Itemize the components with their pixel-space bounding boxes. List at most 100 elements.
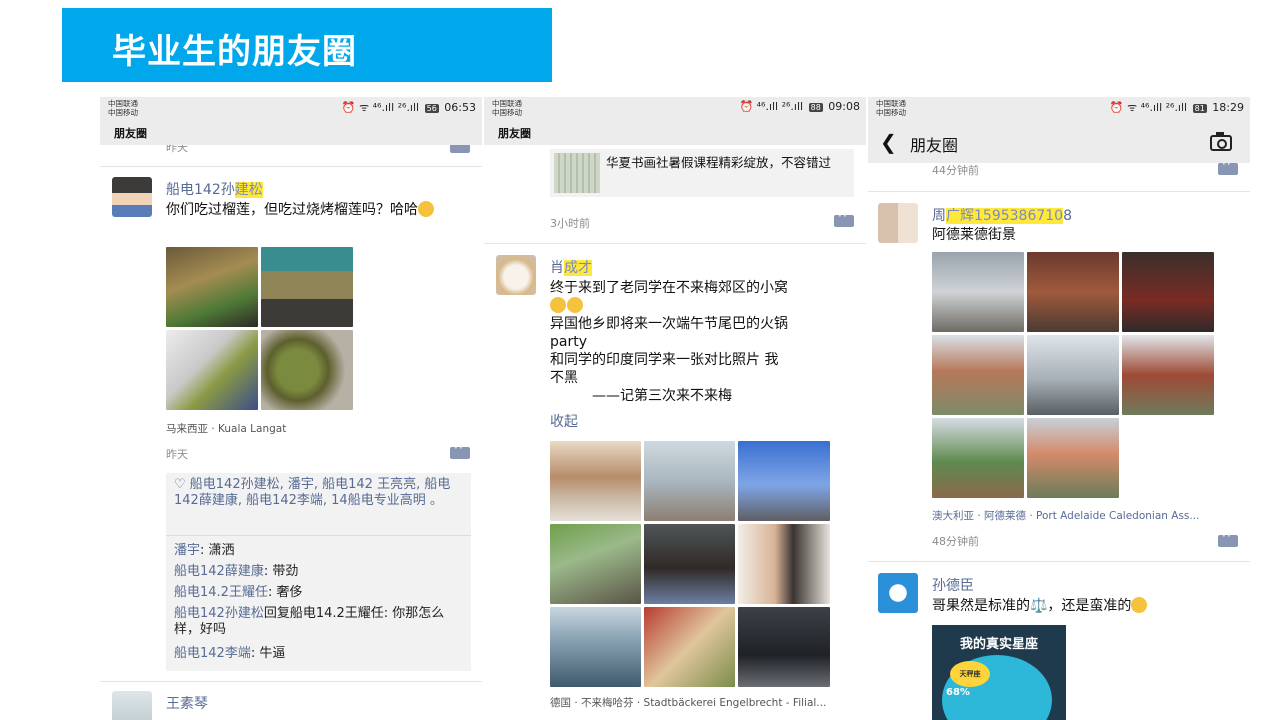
divider bbox=[100, 166, 482, 167]
divider bbox=[166, 535, 471, 536]
moments-feed[interactable]: 华夏书画社暑假课程精彩绽放，不容错过 3小时前 肖成才 终于来到了老同学在不来梅… bbox=[484, 145, 866, 720]
phone-screenshot-3: 中国联通 中国移动 ⏰ ᯤ ⁴⁶.ıll ²⁶.ıll 81 18:29 ❮ 朋… bbox=[868, 97, 1250, 720]
avatar[interactable] bbox=[878, 573, 918, 613]
link-thumbnail bbox=[554, 153, 600, 193]
link-title: 华夏书画社暑假课程精彩绽放，不容错过 bbox=[606, 155, 832, 170]
post-time: 44分钟前 bbox=[932, 164, 979, 177]
comment-item[interactable]: 船电142李端: 牛逼 bbox=[174, 646, 465, 662]
status-time: 18:29 bbox=[1212, 101, 1244, 114]
post-time: 昨天 bbox=[166, 145, 188, 154]
photo-thumbnail[interactable] bbox=[644, 441, 735, 521]
photo-thumbnail[interactable] bbox=[1027, 418, 1119, 498]
comment-item[interactable]: 潘宇: 潇洒 bbox=[174, 543, 465, 559]
post-text: 你们吃过榴莲，但吃过烧烤榴莲吗？哈哈 bbox=[166, 201, 462, 219]
carrier-label: 中国移动 bbox=[876, 108, 906, 117]
photo-thumbnail[interactable] bbox=[932, 252, 1024, 332]
divider bbox=[868, 561, 1250, 562]
photo-thumbnail[interactable] bbox=[738, 524, 830, 604]
carrier-label: 中国联通 bbox=[876, 99, 906, 108]
photo-thumbnail[interactable] bbox=[738, 441, 830, 521]
carrier-label: 中国移动 bbox=[492, 108, 522, 117]
photo-thumbnail[interactable] bbox=[550, 441, 641, 521]
post-text: 哥果然是标准的⚖️，还是蛮准的 bbox=[932, 597, 1232, 615]
laugh-emoji-icon bbox=[1131, 597, 1148, 613]
horoscope-badge: 天秤座 bbox=[950, 661, 990, 687]
nav-title: 朋友圈 bbox=[910, 136, 959, 155]
post-location[interactable]: 德国 · 不来梅哈芬 · Stadtbäckerei Engelbrecht -… bbox=[550, 695, 826, 710]
nav-bar: 朋友圈 bbox=[484, 119, 866, 145]
photo-thumbnail[interactable] bbox=[932, 418, 1024, 498]
avatar[interactable] bbox=[496, 255, 536, 295]
slide-title: 毕业生的朋友圈 bbox=[112, 32, 357, 72]
collapse-link[interactable]: 收起 bbox=[550, 411, 578, 431]
avatar[interactable] bbox=[112, 177, 152, 217]
laugh-emoji-icon bbox=[567, 297, 583, 313]
divider bbox=[868, 191, 1250, 192]
comment-item[interactable]: 船电14.2王耀任: 奢侈 bbox=[174, 585, 465, 601]
post-author[interactable]: 孙德臣 bbox=[932, 575, 974, 595]
post-author[interactable]: 周广辉15953867108 bbox=[932, 205, 1072, 225]
status-bar: 中国联通 中国移动 ⏰ ⁴⁶.ıll ²⁶.ıll 88 09:08 bbox=[484, 97, 866, 119]
comment-icon[interactable] bbox=[450, 145, 470, 153]
horoscope-image[interactable]: 我的真实星座 天秤座 68% bbox=[932, 625, 1066, 720]
post-author[interactable]: 肖成才 bbox=[550, 257, 592, 277]
likes-comments-box: ♡ 船电142孙建松, 潘宇, 船电142 王亮亮, 船电142薛建康, 船电1… bbox=[166, 473, 471, 671]
photo-thumbnail[interactable] bbox=[644, 524, 735, 604]
avatar[interactable] bbox=[878, 203, 918, 243]
comment-icon[interactable] bbox=[1218, 529, 1238, 547]
post-location[interactable]: 澳大利亚 · 阿德莱德 · Port Adelaide Caledonian A… bbox=[932, 508, 1199, 523]
photo-thumbnail[interactable] bbox=[550, 524, 641, 604]
camera-icon[interactable] bbox=[1210, 132, 1232, 151]
photo-thumbnail[interactable] bbox=[261, 247, 353, 327]
status-icons: ⏰ ᯤ ⁴⁶.ıll ²⁶.ıll 56 06:53 bbox=[342, 100, 476, 115]
laugh-emoji-icon bbox=[550, 297, 566, 313]
horoscope-title: 我的真实星座 bbox=[959, 637, 1038, 652]
likes-list[interactable]: ♡ 船电142孙建松, 潘宇, 船电142 王亮亮, 船电142薛建康, 船电1… bbox=[174, 477, 463, 509]
photo-thumbnail[interactable] bbox=[738, 607, 830, 687]
signal-icon: ⏰ ᯤ ⁴⁶.ıll ²⁶.ıll bbox=[1109, 101, 1188, 114]
post-author[interactable]: 船电142孙建松 bbox=[166, 179, 263, 199]
post-text: 阿德莱德街景 bbox=[932, 227, 1016, 243]
carrier-label: 中国联通 bbox=[108, 99, 138, 108]
shared-link-card[interactable]: 华夏书画社暑假课程精彩绽放，不容错过 bbox=[550, 149, 854, 197]
photo-thumbnail[interactable] bbox=[932, 335, 1024, 415]
photo-thumbnail[interactable] bbox=[1027, 252, 1119, 332]
horoscope-percent: 68% bbox=[946, 687, 970, 698]
back-chevron-icon[interactable]: ❮ bbox=[880, 130, 897, 154]
nav-bar: ❮ 朋友圈 bbox=[868, 119, 1250, 163]
status-bar: 中国联通 中国移动 ⏰ ᯤ ⁴⁶.ıll ²⁶.ıll 56 06:53 bbox=[100, 97, 482, 119]
status-time: 06:53 bbox=[444, 101, 476, 114]
photo-thumbnail[interactable] bbox=[1122, 252, 1214, 332]
photo-thumbnail[interactable] bbox=[166, 330, 258, 410]
post-time: 48分钟前 bbox=[932, 535, 979, 548]
nav-title: 朋友圈 bbox=[498, 127, 531, 140]
post-time: 昨天 bbox=[166, 448, 188, 461]
photo-thumbnail[interactable] bbox=[166, 247, 258, 327]
status-icons: ⏰ ᯤ ⁴⁶.ıll ²⁶.ıll 81 18:29 bbox=[1110, 100, 1244, 115]
battery-icon: 81 bbox=[1192, 104, 1207, 113]
comment-icon[interactable] bbox=[834, 209, 854, 227]
comment-item[interactable]: 船电142薛建康: 带劲 bbox=[174, 564, 465, 580]
post-author[interactable]: 王素琴 bbox=[166, 693, 208, 713]
photo-thumbnail[interactable] bbox=[1027, 335, 1119, 415]
battery-icon: 88 bbox=[808, 103, 823, 112]
comment-icon[interactable] bbox=[450, 441, 470, 459]
comment-item[interactable]: 船电142孙建松回复船电14.2王耀任: 你那怎么样，好吗 bbox=[174, 606, 465, 638]
photo-thumbnail[interactable] bbox=[1122, 335, 1214, 415]
avatar[interactable] bbox=[112, 691, 152, 720]
photo-thumbnail[interactable] bbox=[644, 607, 735, 687]
battery-icon: 56 bbox=[424, 104, 439, 113]
carrier-label: 中国移动 bbox=[108, 108, 138, 117]
phone-screenshot-2: 中国联通 中国移动 ⏰ ⁴⁶.ıll ²⁶.ıll 88 09:08 朋友圈 华… bbox=[484, 97, 866, 720]
nav-title: 朋友圈 bbox=[114, 127, 147, 140]
post-location[interactable]: 马来西亚 · Kuala Langat bbox=[166, 421, 286, 436]
moments-feed[interactable]: 44分钟前 周广辉15953867108 阿德莱德街景 澳大利亚 · 阿德莱德 … bbox=[868, 163, 1250, 720]
slide-title-banner: 毕业生的朋友圈 bbox=[62, 8, 552, 82]
moments-feed[interactable]: 昨天 船电142孙建松 你们吃过榴莲，但吃过烧烤榴莲吗？哈哈 马来西亚 · Ku… bbox=[100, 145, 482, 720]
status-time: 09:08 bbox=[828, 100, 860, 113]
post-time: 3小时前 bbox=[550, 217, 590, 230]
photo-thumbnail[interactable] bbox=[550, 607, 641, 687]
comment-icon[interactable] bbox=[1218, 163, 1238, 175]
photo-thumbnail[interactable] bbox=[261, 330, 353, 410]
divider bbox=[100, 681, 482, 682]
